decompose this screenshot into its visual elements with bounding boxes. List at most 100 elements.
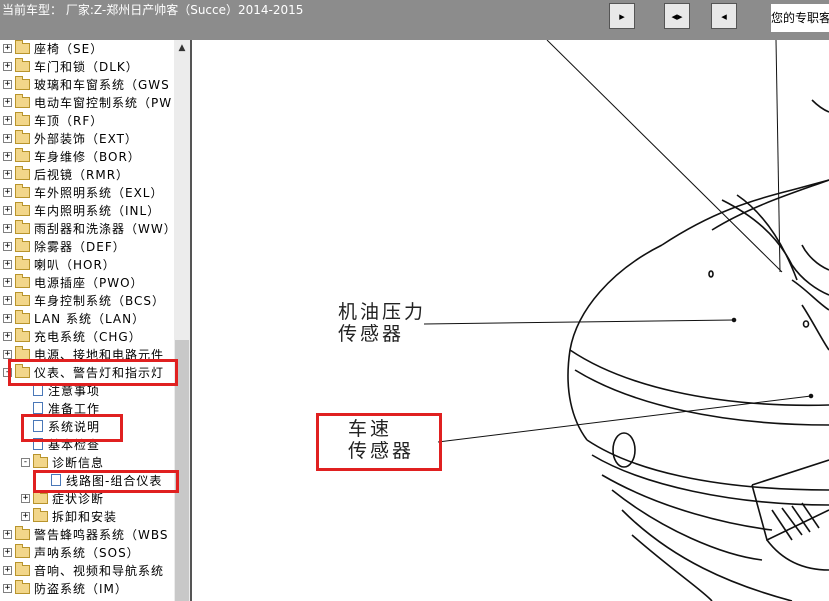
- car-front-line-drawing: [423, 40, 829, 601]
- oil-pressure-sensor-line1: 机油压力: [338, 301, 427, 323]
- tree-item[interactable]: + 警告蜂鸣器系统（WBS: [3, 525, 169, 543]
- manual-tree: + 座椅（SE） + 车门和锁（DLK） + 玻璃和车窗系统（GWS + 电动车窗控制系统（P…: [0, 40, 174, 601]
- folder-icon: [33, 507, 48, 522]
- highlight-box-system-description: [21, 414, 123, 442]
- sidebar-tree-panel: + 座椅（SE） + 车门和锁（DLK） + 玻璃和车窗系统（GWS + 电动车窗控制系统（P…: [0, 40, 190, 601]
- oil-pressure-sensor-line2: 传感器: [338, 323, 405, 345]
- tree-item[interactable]: + 车外照明系统（EXL）: [3, 183, 164, 201]
- folder-icon: [15, 579, 30, 594]
- folder-icon: [15, 129, 30, 144]
- tree-item[interactable]: + LAN 系统（LAN）: [3, 309, 145, 327]
- document-icon: [33, 402, 43, 414]
- folder-icon: [15, 165, 30, 180]
- tree-item-label: 充电系统（CHG）: [34, 329, 142, 344]
- tree-item[interactable]: - 诊断信息: [21, 453, 104, 471]
- expand-plus-icon[interactable]: +: [3, 529, 12, 539]
- tree-item-label: 车身控制系统（BCS）: [34, 293, 166, 308]
- tree-item[interactable]: + 车内照明系统（INL）: [3, 201, 160, 219]
- tree-item[interactable]: + 防盗系统（IM）: [3, 579, 128, 597]
- expand-plus-icon[interactable]: +: [3, 547, 12, 557]
- tree-item[interactable]: + 除雾器（DEF）: [3, 237, 126, 255]
- folder-icon: [15, 327, 30, 342]
- expand-right-icon: ▸: [619, 9, 625, 23]
- tree-item-label: 雨刮器和洗涤器（WW）: [34, 221, 174, 236]
- expand-plus-icon[interactable]: +: [3, 79, 12, 89]
- highlight-box-speed-sensor: [316, 413, 442, 471]
- expand-plus-icon[interactable]: +: [3, 349, 12, 359]
- tree-item[interactable]: + 音响、视频和导航系统: [3, 561, 164, 579]
- tree-item-label: 外部装饰（EXT）: [34, 131, 138, 146]
- highlight-box-wiring-diagram: [33, 470, 179, 493]
- oil-pressure-sensor-label: 机油压力 传感器: [338, 301, 426, 345]
- tree-item-label: 喇叭（HOR）: [34, 257, 116, 272]
- expand-plus-icon[interactable]: +: [3, 205, 12, 215]
- expand-plus-icon[interactable]: +: [3, 583, 12, 593]
- highlight-box-instrument-folder: [8, 359, 178, 386]
- expand-plus-icon[interactable]: +: [3, 241, 12, 251]
- expand-plus-icon[interactable]: +: [3, 97, 12, 107]
- tree-item-label: 后视镜（RMR）: [34, 167, 130, 182]
- collapse-left-button[interactable]: ◂: [711, 3, 737, 29]
- expand-plus-icon[interactable]: +: [3, 169, 12, 179]
- folder-icon: [15, 525, 30, 540]
- tree-item[interactable]: + 车身维修（BOR）: [3, 147, 141, 165]
- tree-item-label: 诊断信息: [52, 455, 105, 470]
- expand-plus-icon[interactable]: +: [3, 223, 12, 233]
- folder-icon: [15, 219, 30, 234]
- tree-item[interactable]: + 雨刮器和洗涤器（WW）: [3, 219, 174, 237]
- expand-plus-icon[interactable]: +: [3, 115, 12, 125]
- folder-icon: [15, 543, 30, 558]
- tree-item[interactable]: + 后视镜（RMR）: [3, 165, 129, 183]
- tree-item[interactable]: + 喇叭（HOR）: [3, 255, 116, 273]
- component-location-diagram: 机油压力 传感器 车速 传感器: [192, 40, 829, 601]
- expand-plus-icon[interactable]: +: [21, 493, 30, 503]
- tree-item-label: 声呐系统（SOS）: [34, 545, 140, 560]
- folder-icon: [15, 111, 30, 126]
- tree-item-label: 防盗系统（IM）: [34, 581, 128, 596]
- tree-item-label: 车顶（RF）: [34, 113, 104, 128]
- expand-plus-icon[interactable]: +: [3, 331, 12, 341]
- tree-item[interactable]: + 电动车窗控制系统（PW: [3, 93, 172, 111]
- folder-icon: [15, 291, 30, 306]
- tree-item[interactable]: + 车顶（RF）: [3, 111, 103, 129]
- tree-item[interactable]: + 拆卸和安装: [21, 507, 117, 525]
- expand-plus-icon[interactable]: +: [3, 187, 12, 197]
- scroll-up-arrow-icon[interactable]: ▲: [174, 40, 190, 56]
- tree-item-label: 电动车窗控制系统（PW: [34, 95, 173, 110]
- expand-plus-icon[interactable]: +: [3, 313, 12, 323]
- tree-item-label: 车门和锁（DLK）: [34, 59, 139, 74]
- expand-plus-icon[interactable]: +: [21, 511, 30, 521]
- expand-plus-icon[interactable]: +: [3, 61, 12, 71]
- tree-item-label: 车身维修（BOR）: [34, 149, 141, 164]
- collapse-minus-icon[interactable]: -: [21, 457, 30, 467]
- folder-icon: [15, 237, 30, 252]
- expand-plus-icon[interactable]: +: [3, 295, 12, 305]
- expand-plus-icon[interactable]: +: [3, 151, 12, 161]
- expand-plus-icon[interactable]: +: [3, 133, 12, 143]
- tree-item[interactable]: + 座椅（SE）: [3, 40, 103, 57]
- tree-item-label: 座椅（SE）: [34, 41, 104, 56]
- expand-both-button[interactable]: ◂▸: [664, 3, 690, 29]
- current-car-model-label: 当前车型： 厂家:Z-郑州日产帅客（Succe）2014-2015: [2, 3, 304, 17]
- sidebar-scrollbar[interactable]: ▲: [174, 40, 190, 601]
- expand-plus-icon[interactable]: +: [3, 43, 12, 53]
- expand-plus-icon[interactable]: +: [3, 565, 12, 575]
- tree-item[interactable]: + 车门和锁（DLK）: [3, 57, 139, 75]
- tree-item[interactable]: + 车身控制系统（BCS）: [3, 291, 165, 309]
- folder-icon: [15, 183, 30, 198]
- folder-icon: [15, 561, 30, 576]
- folder-icon: [33, 489, 48, 504]
- tree-item[interactable]: + 声呐系统（SOS）: [3, 543, 140, 561]
- expand-right-button[interactable]: ▸: [609, 3, 635, 29]
- folder-icon: [15, 273, 30, 288]
- folder-icon: [15, 93, 30, 108]
- folder-icon: [15, 40, 30, 54]
- subscription-notice: 您的专职客: [771, 4, 829, 32]
- folder-icon: [15, 147, 30, 162]
- tree-item[interactable]: + 玻璃和车窗系统（GWS: [3, 75, 170, 93]
- tree-item[interactable]: + 外部装饰（EXT）: [3, 129, 138, 147]
- expand-plus-icon[interactable]: +: [3, 277, 12, 287]
- tree-item[interactable]: + 电源插座（PWO）: [3, 273, 144, 291]
- expand-plus-icon[interactable]: +: [3, 259, 12, 269]
- tree-item[interactable]: + 充电系统（CHG）: [3, 327, 142, 345]
